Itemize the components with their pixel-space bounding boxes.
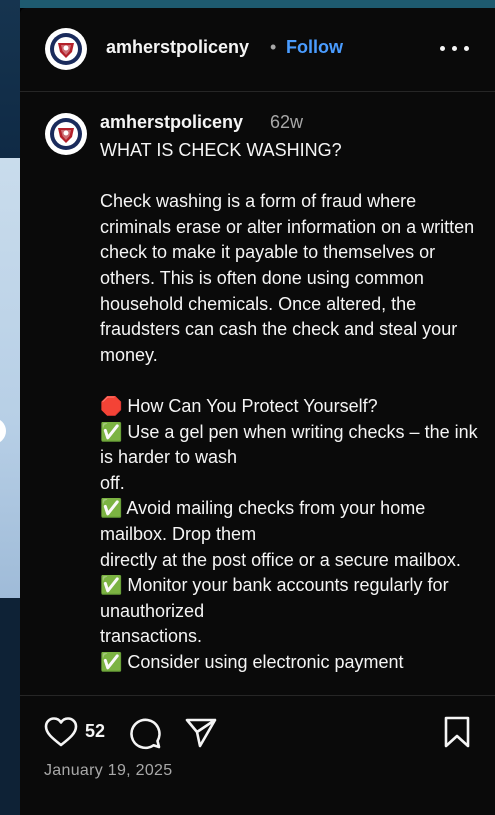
avatar[interactable] <box>45 28 87 70</box>
caption-timestamp[interactable]: 62w <box>270 112 303 133</box>
comment-icon[interactable] <box>128 716 162 750</box>
more-options-icon[interactable] <box>438 35 472 61</box>
background-band-top <box>0 0 20 158</box>
background-strip <box>0 0 20 815</box>
header-separator: • <box>270 37 277 57</box>
caption-text: WHAT IS CHECK WASHING? Check washing is … <box>100 140 478 672</box>
page: amherstpoliceny • Follow amherstpoliceny… <box>0 0 495 815</box>
caption-section: amherstpoliceny 62w WHAT IS CHECK WASHIN… <box>20 92 495 695</box>
follow-button[interactable]: Follow <box>286 37 343 58</box>
police-badge-icon <box>46 114 86 154</box>
top-edge-bar <box>20 0 495 8</box>
like-count[interactable]: 52 <box>85 721 105 742</box>
header-username[interactable]: amherstpoliceny <box>106 37 249 58</box>
heart-icon[interactable] <box>44 716 78 748</box>
caption-avatar[interactable] <box>45 113 87 155</box>
action-bar: 52 January 19, 2025 <box>20 695 495 815</box>
police-badge-icon <box>46 29 86 69</box>
post-header: amherstpoliceny • Follow <box>20 8 495 92</box>
bookmark-icon[interactable] <box>443 716 471 748</box>
caption-username[interactable]: amherstpoliceny <box>100 112 243 133</box>
background-band-middle <box>0 158 20 598</box>
post-panel: amherstpoliceny • Follow amherstpoliceny… <box>20 8 495 815</box>
send-icon[interactable] <box>184 716 218 750</box>
background-band-bottom <box>0 598 20 815</box>
post-date[interactable]: January 19, 2025 <box>44 762 172 780</box>
